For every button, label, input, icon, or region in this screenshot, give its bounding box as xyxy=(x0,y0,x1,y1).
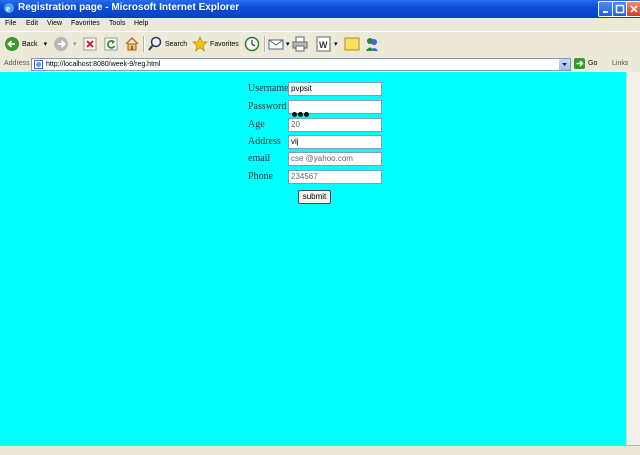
age-input[interactable]: 20 xyxy=(288,118,382,132)
email-row: email cse @yahoo.com xyxy=(248,152,383,166)
menu-edit[interactable]: Edit xyxy=(26,20,38,27)
links-button[interactable]: Links xyxy=(612,60,628,67)
submit-button[interactable]: submit xyxy=(298,190,331,204)
phone-label: Phone xyxy=(248,171,273,182)
address-input[interactable]: http://localhost:8080/week-9/reg.html xyxy=(31,58,571,71)
discuss-icon xyxy=(344,37,360,51)
password-row: Password xyxy=(248,100,383,117)
mail-icon xyxy=(268,39,284,50)
ie-icon: e xyxy=(4,3,14,14)
age-label: Age xyxy=(248,119,265,130)
menu-help[interactable]: Help xyxy=(134,20,148,27)
svg-text:e: e xyxy=(6,4,10,14)
stop-icon xyxy=(83,37,97,51)
refresh-button[interactable] xyxy=(104,35,118,53)
messenger-button[interactable] xyxy=(364,35,380,53)
home-button[interactable] xyxy=(124,35,140,53)
edit-dropdown-icon[interactable]: ▾ xyxy=(334,40,338,48)
phone-input[interactable]: 234567 xyxy=(288,170,382,184)
menu-file[interactable]: File xyxy=(5,20,16,27)
back-arrow-icon xyxy=(5,37,19,51)
window-title: Registration page - Microsoft Internet E… xyxy=(18,2,240,13)
star-icon xyxy=(192,36,208,52)
favorites-button[interactable]: Favorites xyxy=(192,35,239,53)
address-field-input[interactable]: vij xyxy=(288,135,382,149)
toolbar: Back ▾ ▾ Search Favorites ▾ W ▾ xyxy=(0,31,640,58)
back-dropdown-icon[interactable]: ▾ xyxy=(44,40,48,48)
search-button[interactable]: Search xyxy=(147,35,187,53)
forward-arrow-icon xyxy=(54,37,68,51)
forward-button[interactable]: ▾ xyxy=(53,35,77,53)
close-button[interactable] xyxy=(626,1,640,17)
messenger-icon xyxy=(366,38,378,51)
home-icon xyxy=(125,36,139,51)
menu-view[interactable]: View xyxy=(47,20,62,27)
printer-icon xyxy=(292,36,308,52)
address-bar: Address http://localhost:8080/week-9/reg… xyxy=(0,57,640,71)
email-input[interactable]: cse @yahoo.com xyxy=(288,152,382,166)
word-icon: W xyxy=(316,36,331,52)
address-label: Address xyxy=(4,60,30,67)
print-button[interactable] xyxy=(292,35,308,53)
page-content: Username pvpsit Password Age 20 Address … xyxy=(0,72,626,445)
username-row: Username pvpsit xyxy=(248,82,383,96)
menu-tools[interactable]: Tools xyxy=(109,20,125,27)
stop-button[interactable] xyxy=(83,35,97,53)
phone-row: Phone 234567 xyxy=(248,170,383,184)
menu-favorites[interactable]: Favorites xyxy=(71,20,100,27)
address-row: Address vij xyxy=(248,135,383,149)
address-field-label: Address xyxy=(248,136,281,147)
address-dropdown-icon[interactable] xyxy=(559,59,570,70)
title-bar: e Registration page - Microsoft Internet… xyxy=(0,0,640,18)
refresh-icon xyxy=(104,37,118,51)
address-url: http://localhost:8080/week-9/reg.html xyxy=(46,61,161,68)
username-input[interactable]: pvpsit xyxy=(288,82,382,96)
history-button[interactable] xyxy=(244,35,260,53)
menu-bar: File Edit View Favorites Tools Help xyxy=(0,18,640,31)
username-label: Username xyxy=(248,83,289,94)
back-button[interactable]: Back ▾ xyxy=(4,35,47,53)
svg-text:W: W xyxy=(319,40,328,50)
go-arrow-icon xyxy=(574,58,585,69)
age-row: Age 20 xyxy=(248,118,383,132)
edit-button[interactable]: W ▾ xyxy=(316,35,338,53)
mail-dropdown-icon[interactable]: ▾ xyxy=(286,40,290,48)
page-icon xyxy=(34,60,43,69)
go-button[interactable]: Go xyxy=(574,58,597,69)
password-label: Password xyxy=(248,101,287,112)
search-icon xyxy=(148,36,162,51)
discuss-button[interactable] xyxy=(344,35,360,53)
forward-dropdown-icon[interactable]: ▾ xyxy=(73,40,77,48)
vertical-scrollbar[interactable] xyxy=(626,72,640,445)
history-icon xyxy=(244,36,260,52)
mail-button[interactable]: ▾ xyxy=(268,35,290,53)
email-label: email xyxy=(248,153,271,164)
